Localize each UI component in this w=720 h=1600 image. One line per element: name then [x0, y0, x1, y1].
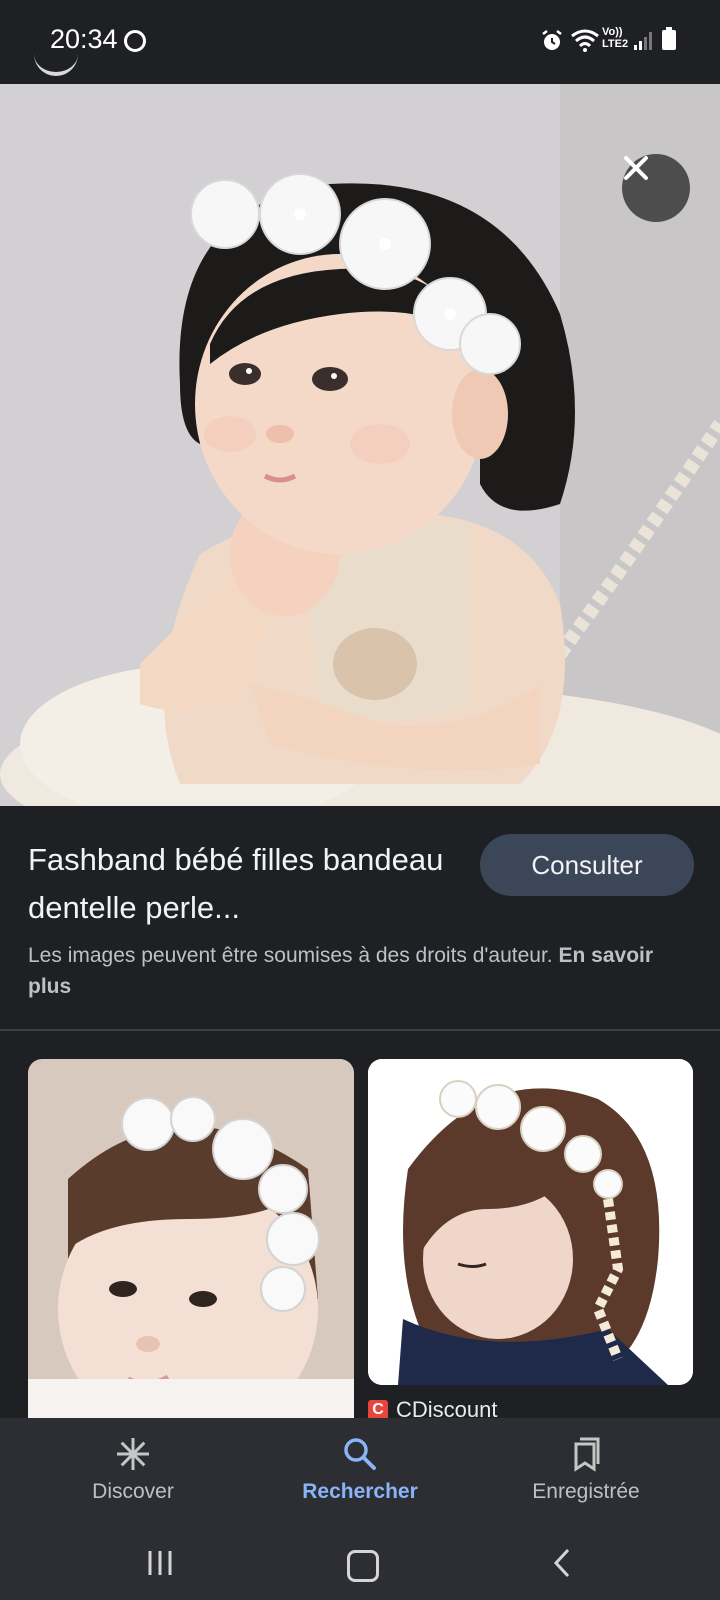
divider	[0, 1029, 720, 1031]
hero-photo	[0, 84, 720, 806]
nav-discover-label: Discover	[92, 1480, 174, 1503]
profile-arc-icon	[34, 50, 78, 76]
recent-apps-icon[interactable]	[147, 1550, 173, 1576]
status-bar: 20:34 Vo)) LTE2	[0, 0, 720, 84]
signal-icon	[634, 32, 652, 50]
system-navigation-bar	[0, 1528, 720, 1600]
network-lte-label: LTE2	[602, 38, 629, 50]
alarm-icon	[542, 30, 562, 50]
copyright-text: Les images peuvent être soumises à des d…	[28, 944, 553, 967]
bottom-navigation: Discover Rechercher Enregistrée	[0, 1418, 720, 1528]
network-type: Vo)) LTE2	[602, 26, 632, 50]
related-image-1[interactable]	[28, 1059, 354, 1419]
copyright-notice: Les images peuvent être soumises à des d…	[28, 940, 678, 1002]
close-icon	[624, 156, 648, 180]
sync-ring-icon	[124, 30, 146, 52]
visit-button[interactable]: Consulter	[480, 834, 694, 896]
nav-discover[interactable]: Discover	[33, 1418, 233, 1528]
related-image-2[interactable]	[368, 1059, 693, 1385]
search-icon	[344, 1438, 376, 1470]
result-title: Fashband bébé filles bandeau dentelle pe…	[28, 842, 444, 925]
related-photo-1	[28, 1059, 354, 1419]
asterisk-icon	[117, 1438, 149, 1470]
cdiscount-logo-icon: C	[368, 1400, 388, 1420]
nav-saved-label: Enregistrée	[532, 1480, 640, 1503]
nav-search[interactable]: Rechercher	[260, 1418, 460, 1528]
battery-icon	[662, 27, 676, 50]
close-button[interactable]	[622, 154, 690, 222]
network-volte-label: Vo))	[602, 26, 623, 38]
related-photo-2	[368, 1059, 693, 1385]
status-icons: Vo)) LTE2	[540, 26, 680, 56]
nav-search-label: Rechercher	[302, 1480, 418, 1503]
back-icon[interactable]	[552, 1548, 572, 1578]
wifi-icon	[571, 29, 599, 52]
hero-image[interactable]	[0, 84, 720, 806]
home-icon[interactable]	[347, 1550, 379, 1582]
nav-saved[interactable]: Enregistrée	[486, 1418, 686, 1528]
bookmarks-icon	[574, 1437, 600, 1472]
